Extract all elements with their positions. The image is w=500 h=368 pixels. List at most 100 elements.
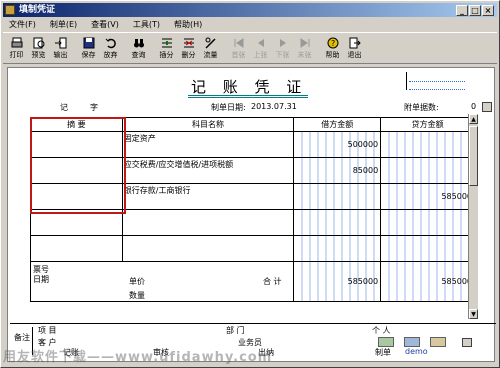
credit-cell[interactable] — [380, 235, 475, 262]
credit-cell[interactable] — [380, 157, 475, 184]
credit-cell[interactable] — [380, 131, 475, 158]
save-icon — [83, 36, 95, 49]
close-button[interactable]: × — [482, 5, 494, 16]
scroll-up-icon[interactable]: ▲ — [469, 114, 478, 124]
svg-text:?: ? — [331, 39, 335, 48]
credit-cell[interactable] — [380, 209, 475, 236]
prev-button[interactable]: 上张 — [250, 33, 271, 63]
ticket-info-cell: 票号 日期 单价 数量 合 计 — [29, 261, 295, 302]
insert-row-button[interactable]: 插分 — [156, 33, 177, 63]
table-row: 银行存款/工商银行 585000 — [30, 183, 475, 210]
print-icon — [11, 36, 23, 49]
qty-label: 数量 — [129, 291, 145, 300]
first-button[interactable]: 首张 — [228, 33, 249, 63]
debit-cell[interactable] — [293, 209, 382, 236]
first-icon — [233, 36, 245, 49]
scroll-down-icon[interactable]: ▼ — [469, 309, 478, 319]
attach-count[interactable]: 0 — [471, 102, 476, 111]
table-row: 应交税费/应交增值税/进项税额 85000 — [30, 157, 475, 184]
col-account: 科目名称 — [121, 117, 295, 132]
toolbar: 打印 预览 输出 保存 放弃 查询 插分 删分 流量 首张 上张 下张 末张 ?… — [3, 32, 497, 64]
attach-label: 附单据数: — [404, 103, 439, 112]
dept-label: 部 门 — [226, 326, 245, 335]
discard-icon — [105, 36, 117, 49]
total-label: 合 计 — [263, 277, 282, 286]
total-row: 票号 日期 单价 数量 合 计 585000 585000 — [29, 261, 475, 302]
title-bar: 填制凭证 _ □ × — [3, 3, 497, 17]
debit-cell[interactable]: 85000 — [293, 157, 382, 184]
export-button[interactable]: 输出 — [50, 33, 71, 63]
debit-cell[interactable] — [293, 183, 382, 210]
summary-cell[interactable] — [30, 131, 123, 158]
query-button[interactable]: 查询 — [128, 33, 149, 63]
preview-icon — [33, 36, 45, 49]
date2-label: 日期 — [33, 275, 49, 284]
summary-cell[interactable] — [30, 157, 123, 184]
credit-cell[interactable]: 585000 — [380, 183, 475, 210]
vertical-scrollbar[interactable]: ▲ ▼ — [468, 114, 478, 319]
account-cell[interactable]: 银行存款/工商银行 — [121, 183, 295, 210]
maximize-button[interactable]: □ — [469, 5, 481, 16]
insert-row-icon — [161, 36, 173, 49]
col-credit: 贷方金额 — [380, 117, 475, 132]
person-card-icon[interactable] — [378, 337, 394, 347]
voucher-flag-area[interactable] — [406, 72, 466, 90]
print-button[interactable]: 打印 — [6, 33, 27, 63]
menu-help[interactable]: 帮助(H) — [174, 18, 202, 31]
menu-file[interactable]: 文件(F) — [9, 18, 36, 31]
scroll-thumb[interactable] — [469, 126, 478, 186]
binoculars-icon — [133, 36, 145, 49]
voucher-title: 记 账 凭 证 — [191, 78, 308, 96]
cashflow-button[interactable]: 流量 — [200, 33, 221, 63]
maker-value: demo — [405, 347, 428, 356]
export-icon — [54, 36, 67, 49]
remark-search-icon[interactable] — [462, 338, 472, 347]
window-title: 填制凭证 — [19, 5, 56, 15]
debit-cell[interactable] — [293, 235, 382, 262]
exit-button[interactable]: 退出 — [344, 33, 365, 63]
help-button[interactable]: ? 帮助 — [322, 33, 343, 63]
menu-tools[interactable]: 工具(T) — [133, 18, 160, 31]
account-cell[interactable]: 固定资产 — [121, 131, 295, 158]
maker-label: 制单 — [375, 348, 391, 357]
account-cell[interactable] — [121, 235, 295, 262]
col-debit: 借方金额 — [293, 117, 382, 132]
next-button[interactable]: 下张 — [272, 33, 293, 63]
menu-view[interactable]: 查看(V) — [91, 18, 119, 31]
save-button[interactable]: 保存 — [78, 33, 99, 63]
last-button[interactable]: 末张 — [294, 33, 315, 63]
project-card-icon[interactable] — [430, 337, 446, 347]
account-cell[interactable] — [121, 209, 295, 236]
delete-row-button[interactable]: 删分 — [178, 33, 199, 63]
voucher-no-label: 字 — [90, 103, 98, 112]
watermark: 用友软件下载——www.ufidawhy.com — [3, 350, 273, 365]
cashflow-icon — [204, 36, 217, 49]
remark-label: 备注 — [14, 333, 30, 342]
attach-search-icon[interactable] — [482, 102, 492, 112]
title-underline — [188, 95, 308, 98]
debit-cell[interactable]: 500000 — [293, 131, 382, 158]
prev-icon — [255, 36, 267, 49]
summary-cell[interactable] — [30, 235, 123, 262]
menu-make[interactable]: 制单(E) — [50, 18, 77, 31]
dept-card-icon[interactable] — [404, 337, 420, 347]
voucher-window: 填制凭证 _ □ × 文件(F) 制单(E) 查看(V) 工具(T) 帮助(H)… — [0, 0, 500, 368]
voucher-document: 记 账 凭 证 记 字 制单日期: 2013.07.31 附单据数: 0 摘 要… — [7, 67, 496, 362]
date-value[interactable]: 2013.07.31 — [251, 102, 297, 111]
next-icon — [277, 36, 289, 49]
voucher-entry-table: 摘 要 科目名称 借方金额 贷方金额 固定资产 500000 应交税费/应交增值… — [29, 117, 475, 302]
total-credit: 585000 — [380, 261, 475, 302]
preview-button[interactable]: 预览 — [28, 33, 49, 63]
total-debit: 585000 — [293, 261, 382, 302]
minimize-button[interactable]: _ — [456, 5, 468, 16]
menu-bar: 文件(F) 制单(E) 查看(V) 工具(T) 帮助(H) — [3, 18, 497, 31]
help-icon: ? — [327, 36, 339, 49]
price-label: 单价 — [129, 277, 145, 286]
voucher-type[interactable]: 记 — [60, 102, 68, 113]
discard-button[interactable]: 放弃 — [100, 33, 121, 63]
account-cell[interactable]: 应交税费/应交增值税/进项税额 — [121, 157, 295, 184]
summary-cell[interactable] — [30, 183, 123, 210]
summary-cell[interactable] — [30, 209, 123, 236]
app-icon — [5, 5, 15, 15]
table-row — [30, 209, 475, 236]
